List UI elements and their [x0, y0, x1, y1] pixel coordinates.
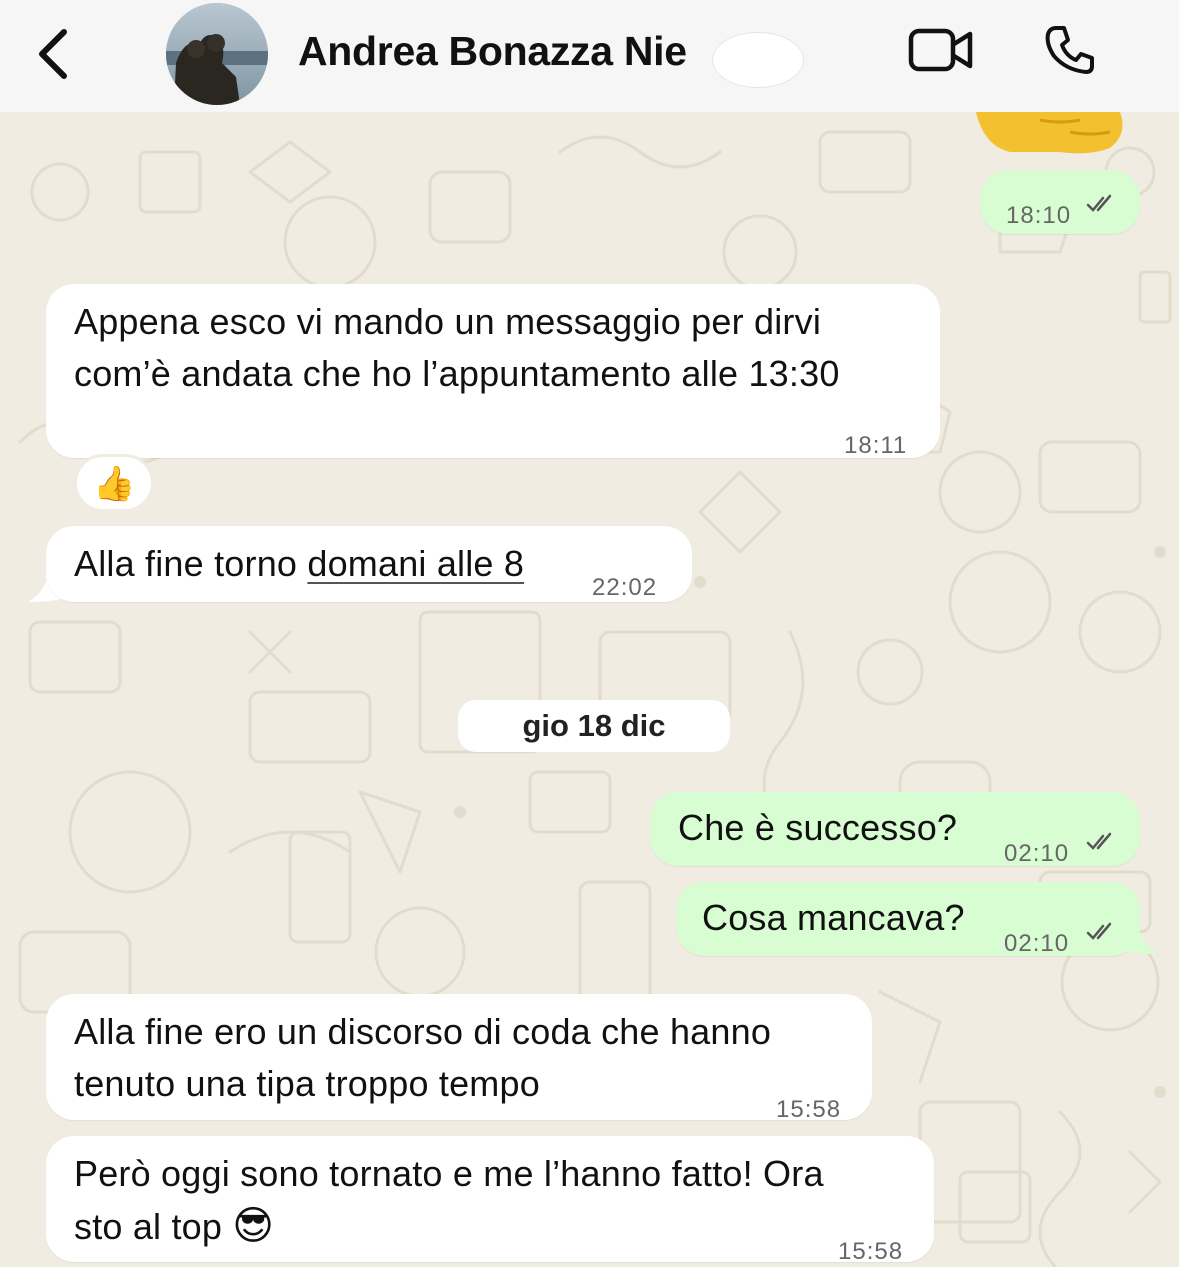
message-bubble-incoming[interactable]: Alla fine ero un discorso di coda che ha…	[46, 994, 872, 1123]
message-text-line: Appena esco vi mando un messaggio per di…	[74, 301, 822, 342]
message-text-line: tenuto una tipa troppo tempo	[74, 1063, 540, 1104]
message-text-line: Alla fine ero un discorso di coda che ha…	[74, 1011, 772, 1052]
message-text-fragment: sto al top	[74, 1206, 223, 1247]
message-time: 15:58	[776, 1096, 842, 1123]
message-bubble-incoming[interactable]: Appena esco vi mando un messaggio per di…	[46, 284, 940, 459]
double-check-icon	[1086, 832, 1112, 850]
message-time: 18:10	[1006, 202, 1072, 229]
avatar[interactable]	[166, 3, 268, 105]
double-check-icon	[1086, 922, 1112, 940]
video-call-icon[interactable]	[908, 26, 974, 74]
message-time: 15:58	[838, 1238, 904, 1265]
message-bubble-incoming[interactable]: Però oggi sono tornato e me l’hanno fatt…	[46, 1136, 934, 1265]
phone-call-icon[interactable]	[1042, 22, 1098, 78]
chevron-left-icon[interactable]	[30, 24, 74, 84]
date-link[interactable]: domani alle 8	[307, 543, 524, 584]
message-text: Che è successo?	[678, 807, 958, 848]
message-text: Cosa mancava?	[702, 897, 965, 938]
date-separator: gio 18 dic	[458, 700, 730, 752]
message-text-line: Però oggi sono tornato e me l’hanno fatt…	[74, 1153, 824, 1194]
message-text: Alla fine torno domani alle 8	[74, 538, 524, 590]
thumbs-up-icon: 👍	[93, 465, 136, 503]
reaction-badge[interactable]: 👍	[74, 454, 154, 512]
bubble-tail	[1118, 920, 1158, 954]
sunglasses-emoji-icon: 😎	[232, 1204, 275, 1248]
message-time: 22:02	[592, 574, 658, 601]
message-bubble-incoming[interactable]: Alla fine torno domani alle 8 22:02	[46, 526, 692, 602]
outgoing-sticker[interactable]	[970, 112, 1130, 156]
name-redaction	[712, 32, 804, 88]
message-text-line: com’è andata che ho l’appuntamento alle …	[74, 353, 840, 394]
chat-header: Andrea Bonazza Nie	[0, 0, 1179, 112]
message-time: 18:11	[844, 432, 908, 459]
message-bubble-outgoing[interactable]: Cosa mancava? 02:10	[676, 882, 1140, 957]
message-bubble-outgoing[interactable]: Che è successo? 02:10	[650, 792, 1140, 867]
message-time: 02:10	[1004, 840, 1070, 867]
message-bubble-outgoing[interactable]: 18:10	[980, 170, 1140, 234]
double-check-icon	[1086, 194, 1112, 212]
message-time: 02:10	[1004, 930, 1070, 957]
message-text-line: sto al top 😎	[74, 1200, 274, 1253]
message-text-prefix: Alla fine torno	[74, 543, 308, 584]
contact-name[interactable]: Andrea Bonazza Nie	[298, 28, 687, 75]
